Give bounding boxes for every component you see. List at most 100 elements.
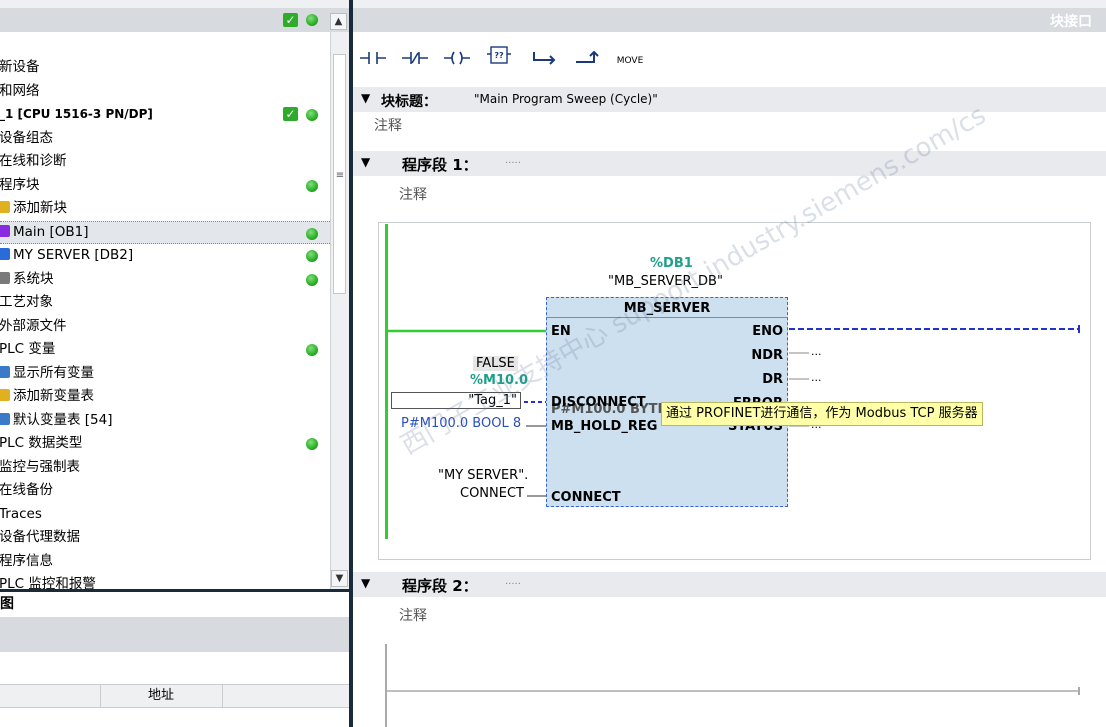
tree-item-label: MY SERVER [DB2] [13, 247, 134, 263]
dr-operand[interactable]: ... [811, 371, 822, 384]
pin-en[interactable]: EN [551, 324, 571, 339]
connect-tag-line2[interactable]: CONNECT [460, 486, 524, 501]
pin-disconnect[interactable]: DISCONNECT [551, 395, 646, 410]
tag-table-icon [0, 365, 10, 378]
system-block-icon [0, 271, 10, 284]
disconnect-tag-field[interactable]: "Tag_1" [391, 392, 521, 409]
disconnect-address[interactable]: %M10.0 [470, 373, 528, 388]
ob-block-icon [0, 224, 10, 237]
fb-header-divider [547, 317, 787, 318]
pin-connect[interactable]: CONNECT [551, 490, 621, 505]
tree-item[interactable]: 在线和诊断 [0, 150, 330, 173]
tree-item-label: 监控与强制表 [0, 458, 80, 475]
column-name[interactable] [0, 685, 101, 707]
tree-item[interactable]: 外部源文件 [0, 315, 330, 338]
ndr-operand[interactable]: ... [811, 345, 822, 358]
pin-dr[interactable]: DR [762, 372, 783, 387]
pin-eno[interactable]: ENO [752, 324, 783, 339]
tree-item-label: 在线和诊断 [0, 153, 67, 169]
network-2-title-placeholder[interactable]: ..... [505, 576, 521, 587]
bottom-panel-title: 图 [0, 592, 349, 616]
pin-ndr[interactable]: NDR [751, 348, 783, 363]
tree-item[interactable]: _1 [CPU 1516-3 PN/DP] ✓ [0, 103, 330, 126]
tree-item[interactable]: 添加新变量表 [0, 385, 330, 408]
tree-item[interactable]: 监控与强制表 [0, 456, 330, 479]
status-ok-icon [306, 179, 318, 192]
program-editor: 块接口 ?? MOVE ▼ 块标题： "Main Program Sweep (… [353, 0, 1106, 727]
status-ok-icon [306, 109, 318, 121]
tree-item-label: 添加新块 [13, 200, 67, 216]
tree-item[interactable]: 显示所有变量 [0, 362, 330, 385]
connect-tag-line1[interactable]: "MY SERVER". [438, 468, 528, 483]
tree-item[interactable]: Traces [0, 503, 330, 526]
tree-item[interactable]: 默认变量表 [54] [0, 409, 330, 432]
network-2-comment[interactable]: 注释 [399, 605, 427, 625]
tree-item[interactable]: MY SERVER [DB2] [0, 244, 330, 267]
tree-item-label: PLC 数据类型 [0, 435, 83, 451]
tree-item[interactable]: PLC 数据类型 [0, 432, 330, 455]
scroll-down-button[interactable]: ▼ [331, 570, 348, 587]
tree-item-label: 系统块 [13, 270, 54, 287]
network-2-label: 程序段 2： [402, 577, 478, 595]
project-tree-header: ✓ ▲ [0, 8, 349, 32]
block-tooltip: 通过 PROFINET进行通信，作为 Modbus TCP 服务器 [661, 402, 983, 426]
add-tag-table-icon [0, 389, 10, 401]
tree-item-label: 程序块 [0, 176, 40, 193]
tree-item[interactable]: PLC 变量 [0, 338, 330, 361]
tree-item-label: 工艺对象 [0, 294, 53, 310]
status-ok-icon [306, 438, 318, 450]
tree-item-label: 显示所有变量 [13, 364, 94, 381]
tree-item-label: 和网络 [0, 82, 40, 99]
network-2-ladder [378, 644, 1089, 727]
check-ok-icon: ✓ [283, 13, 298, 27]
status-ok-icon [306, 273, 318, 286]
scrollbar-thumb[interactable]: ≡ [333, 54, 346, 294]
project-tree-scrollbar[interactable]: ≡ ▼ [330, 32, 349, 590]
fb-name: MB_SERVER [623, 301, 711, 316]
tree-item-label: Main [OB1] [13, 223, 89, 240]
status-ok-icon [306, 14, 318, 26]
tree-item[interactable]: 程序块 [0, 174, 330, 197]
bottom-table-header: 地址 [0, 684, 349, 708]
disconnect-monitor-value: FALSE [473, 356, 518, 371]
tree-item-label: 程序信息 [0, 552, 53, 569]
network-2-header[interactable]: ▼ 程序段 2： ..... [353, 572, 1106, 597]
tree-item-label: 设备代理数据 [0, 529, 80, 545]
column-address-label: 地址 [147, 688, 174, 703]
status-ok-icon [306, 344, 318, 356]
hold-reg-operand[interactable]: P#M100.0 BOOL 8 [401, 416, 521, 431]
tree-item-label: PLC 变量 [0, 341, 56, 357]
tree-item[interactable]: 设备组态 [0, 127, 330, 150]
tree-item[interactable]: 系统块 [0, 268, 330, 291]
tree-item[interactable]: 程序信息 [0, 550, 330, 573]
tree-item-label: 设备组态 [0, 129, 53, 146]
tree-item[interactable]: 工艺对象 [0, 291, 330, 314]
add-block-icon [0, 201, 10, 213]
tree-item[interactable]: Main [OB1] [0, 220, 330, 244]
pin-mb-hold-reg[interactable]: MB_HOLD_REG [551, 419, 657, 434]
tree-item-label: 添加新变量表 [13, 388, 94, 404]
column-extra[interactable] [222, 685, 348, 707]
db-block-icon [0, 248, 10, 260]
status-ok-icon [306, 227, 318, 240]
collapse-arrow-icon[interactable]: ▼ [361, 576, 370, 590]
default-tag-table-icon [0, 412, 10, 425]
scroll-up-button[interactable]: ▲ [330, 13, 347, 30]
tree-item[interactable]: 在线备份 [0, 479, 330, 502]
tree-item[interactable]: 添加新块 [0, 197, 330, 220]
tree-item[interactable]: 新设备 [0, 56, 330, 79]
tree-item-label: 在线备份 [0, 482, 53, 498]
instance-db-name[interactable]: "MB_SERVER_DB" [608, 274, 723, 289]
status-ok-icon [306, 250, 318, 262]
scrollbar-grip-icon: ≡ [335, 170, 345, 181]
tree-item-label: 外部源文件 [0, 317, 67, 334]
tree-item[interactable]: 和网络 [0, 80, 330, 103]
instance-db-address[interactable]: %DB1 [650, 256, 693, 271]
bottom-panel-toolbar [0, 617, 349, 652]
tree-item-label: 新设备 [0, 59, 40, 75]
tree-item-label: _1 [CPU 1516-3 PN/DP] [0, 107, 153, 121]
tree-item[interactable]: 设备代理数据 [0, 526, 330, 549]
bottom-panel-title-text: 图 [0, 596, 14, 612]
column-address[interactable]: 地址 [100, 685, 223, 707]
power-rail [385, 224, 388, 539]
